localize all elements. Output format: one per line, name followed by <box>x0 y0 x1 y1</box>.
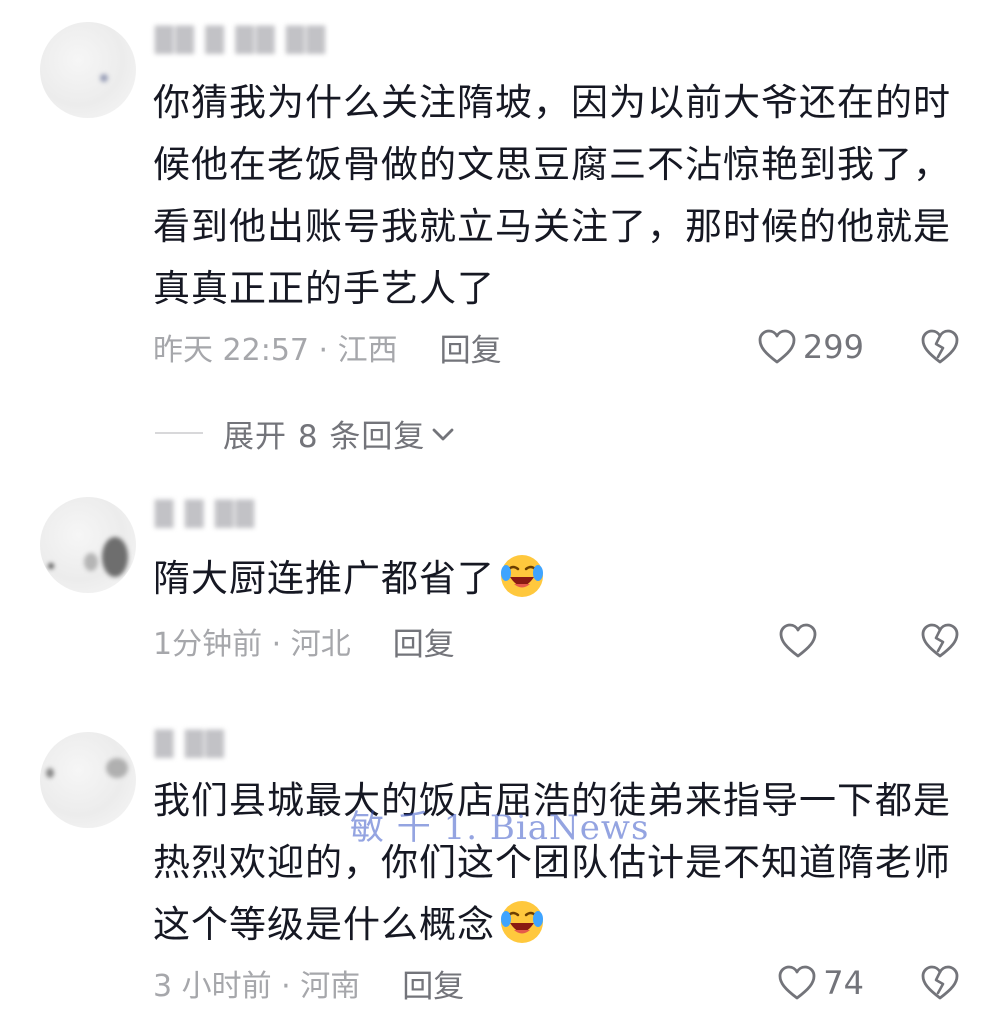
reply-button[interactable]: 回复 <box>393 619 455 664</box>
reply-button[interactable]: 回复 <box>402 961 464 1006</box>
laughing-crying-emoji-icon <box>499 553 545 599</box>
broken-heart-icon <box>920 622 960 660</box>
avatar[interactable] <box>40 732 136 828</box>
chevron-down-icon <box>431 415 455 451</box>
comment-text: 你猜我为什么关注隋坡，因为以前大爷还在的时 候他在老饭骨做的文思豆腐三不沾惊艳到… <box>153 72 953 320</box>
comment-text-content: 这个等级是什么概念 <box>153 903 495 946</box>
comment-username[interactable]: █ █ ██ <box>155 500 256 528</box>
reply-button[interactable]: 回复 <box>440 325 502 370</box>
heart-outline-icon <box>778 622 818 660</box>
comment-time-location: 1分钟前 · 河北 <box>153 627 351 662</box>
laughing-crying-emoji-icon <box>499 899 545 945</box>
comment-text-line: 你猜我为什么关注隋坡，因为以前大爷还在的时 <box>153 81 951 124</box>
comment-text-content: 隋大厨连推广都省了 <box>153 557 495 600</box>
comment-username[interactable]: █ ██ <box>155 730 226 758</box>
comment-meta: 1分钟前 · 河北 回复 <box>153 616 960 666</box>
comment-meta: 昨天 22:57 · 江西 回复 299 <box>153 322 960 372</box>
comment-username[interactable]: ██ █ ██ ██ <box>155 26 327 54</box>
comment-text: 我们县城最大的饭店屈浩的徒弟来指导一下都是 热烈欢迎的，你们这个团队估计是不知道… <box>153 770 953 956</box>
like-button[interactable] <box>778 622 864 660</box>
dislike-button[interactable] <box>920 622 960 660</box>
heart-outline-icon <box>757 328 797 366</box>
heart-outline-icon <box>777 964 817 1002</box>
expand-replies-label: 展开 8 条回复 <box>223 418 426 455</box>
comment-text-line: 候他在老饭骨做的文思豆腐三不沾惊艳到我了， <box>153 143 951 186</box>
dislike-button[interactable] <box>920 328 960 366</box>
comment-time-location: 3 小时前 · 河南 <box>153 969 361 1004</box>
like-button[interactable]: 74 <box>777 964 864 1002</box>
comment-text-line: 这个等级是什么概念 <box>153 894 953 956</box>
comment-time-location: 昨天 22:57 · 江西 <box>153 333 398 368</box>
broken-heart-icon <box>920 964 960 1002</box>
avatar[interactable] <box>40 497 136 593</box>
comment-text: 隋大厨连推广都省了 <box>153 548 953 610</box>
like-count: 299 <box>802 328 864 366</box>
comment-meta: 3 小时前 · 河南 回复 74 <box>153 958 960 1008</box>
comment-text-line: 我们县城最大的饭店屈浩的徒弟来指导一下都是 <box>153 779 951 822</box>
comment-text-line: 热烈欢迎的，你们这个团队估计是不知道隋老师 <box>153 841 951 884</box>
like-count: 74 <box>823 964 864 1002</box>
comment-text-line: 隋大厨连推广都省了 <box>153 548 953 610</box>
comment-text-line: 看到他出账号我就立马关注了，那时候的他就是 <box>153 205 951 248</box>
avatar[interactable] <box>40 22 136 118</box>
dislike-button[interactable] <box>920 964 960 1002</box>
comment-text-line: 真真正正的手艺人了 <box>153 267 495 310</box>
broken-heart-icon <box>920 328 960 366</box>
divider <box>155 432 203 434</box>
like-button[interactable]: 299 <box>757 328 864 366</box>
expand-replies-button[interactable]: 展开 8 条回复 <box>155 410 455 456</box>
